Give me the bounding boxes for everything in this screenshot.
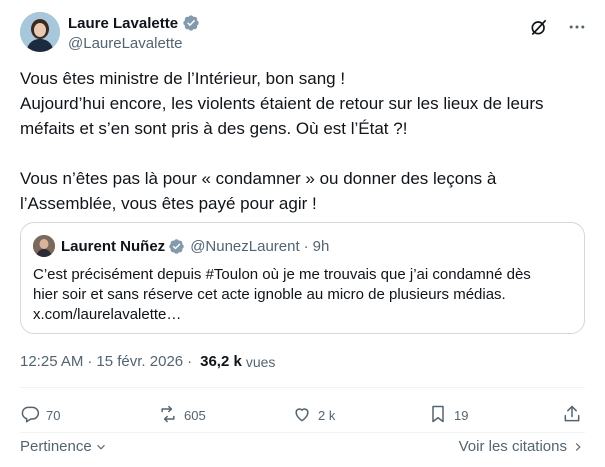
reply-button[interactable]: 70 — [20, 402, 60, 428]
views-count: 36,2 k — [200, 353, 242, 370]
author-avatar[interactable] — [20, 12, 60, 52]
quoted-author-name: Laurent Nuñez — [61, 237, 166, 255]
tweet-line: Vous n’êtes pas là pour « condamner » ou… — [20, 169, 497, 188]
bookmark-icon — [428, 404, 448, 427]
share-icon — [562, 404, 582, 427]
tweet-line: Vous êtes ministre de l’Intérieur, bon s… — [20, 69, 346, 88]
view-quotes-link[interactable]: Voir les citations — [459, 438, 585, 455]
quoted-line: hier soir et sans réserve cet acte ignob… — [33, 286, 506, 303]
verified-badge-icon — [168, 238, 185, 255]
like-icon — [292, 404, 312, 427]
quoted-author-avatar — [33, 235, 55, 257]
header-actions — [528, 16, 588, 38]
author-handle[interactable]: @LaureLavalette — [68, 35, 200, 52]
sort-label: Pertinence — [20, 438, 92, 455]
chevron-down-icon — [94, 440, 108, 454]
view-quotes-label: Voir les citations — [458, 438, 567, 455]
author-name[interactable]: Laure Lavalette — [68, 15, 178, 32]
post-time[interactable]: 12:25 AM — [20, 353, 83, 370]
repost-count: 605 — [184, 407, 206, 423]
grok-icon[interactable] — [528, 16, 550, 38]
more-icon[interactable] — [566, 16, 588, 38]
quoted-post[interactable]: Laurent Nuñez @NunezLaurent · 9h C’est p… — [20, 222, 585, 334]
tweet-line: l’Assemblée, vous êtes payé pour agir ! — [20, 194, 317, 213]
divider — [20, 432, 585, 433]
quoted-line: C’est précisément depuis #Toulon où je m… — [33, 266, 531, 283]
reply-icon — [20, 404, 40, 427]
post: Laure Lavalette @LaureLavalette Vous ête… — [0, 0, 605, 467]
tweet-line: Aujourd’hui encore, les violents étaient… — [20, 94, 544, 113]
quoted-link: x.com/laurelavalette… — [33, 306, 182, 323]
separator-dot: · — [87, 353, 93, 370]
share-button[interactable] — [562, 402, 582, 428]
like-count: 2 k — [318, 407, 336, 423]
reply-count: 70 — [46, 407, 61, 423]
author-info: Laure Lavalette @LaureLavalette — [68, 13, 200, 52]
chevron-right-icon — [571, 440, 585, 454]
quoted-post-time: 9h — [312, 237, 330, 255]
action-bar: 70 605 2 k 19 — [20, 402, 585, 428]
repost-icon — [158, 404, 178, 427]
verified-badge-icon — [182, 14, 200, 32]
divider — [20, 387, 585, 388]
separator-dot: · — [187, 353, 193, 370]
views-label: vues — [245, 353, 276, 370]
tweet-text: Vous êtes ministre de l’Intérieur, bon s… — [20, 66, 580, 216]
like-button[interactable]: 2 k — [292, 402, 335, 428]
post-header: Laure Lavalette @LaureLavalette — [20, 12, 590, 56]
bookmark-button[interactable]: 19 — [428, 402, 468, 428]
sort-dropdown[interactable]: Pertinence — [20, 438, 108, 455]
repost-button[interactable]: 605 — [158, 402, 206, 428]
quoted-author-handle: @NunezLaurent — [190, 237, 300, 255]
separator-dot: · — [303, 237, 309, 255]
quoted-post-header: Laurent Nuñez @NunezLaurent · 9h — [33, 235, 329, 257]
post-date[interactable]: 15 févr. 2026 — [96, 353, 183, 370]
quoted-post-text: C’est précisément depuis #Toulon où je m… — [33, 265, 573, 325]
bookmark-count: 19 — [454, 407, 469, 423]
tweet-line: méfaits et s’en sont pris à des gens. Où… — [20, 119, 408, 138]
replies-toolbar: Pertinence Voir les citations — [20, 438, 585, 458]
post-meta: 12:25 AM · 15 févr. 2026 · 36,2 k vues — [20, 353, 275, 370]
